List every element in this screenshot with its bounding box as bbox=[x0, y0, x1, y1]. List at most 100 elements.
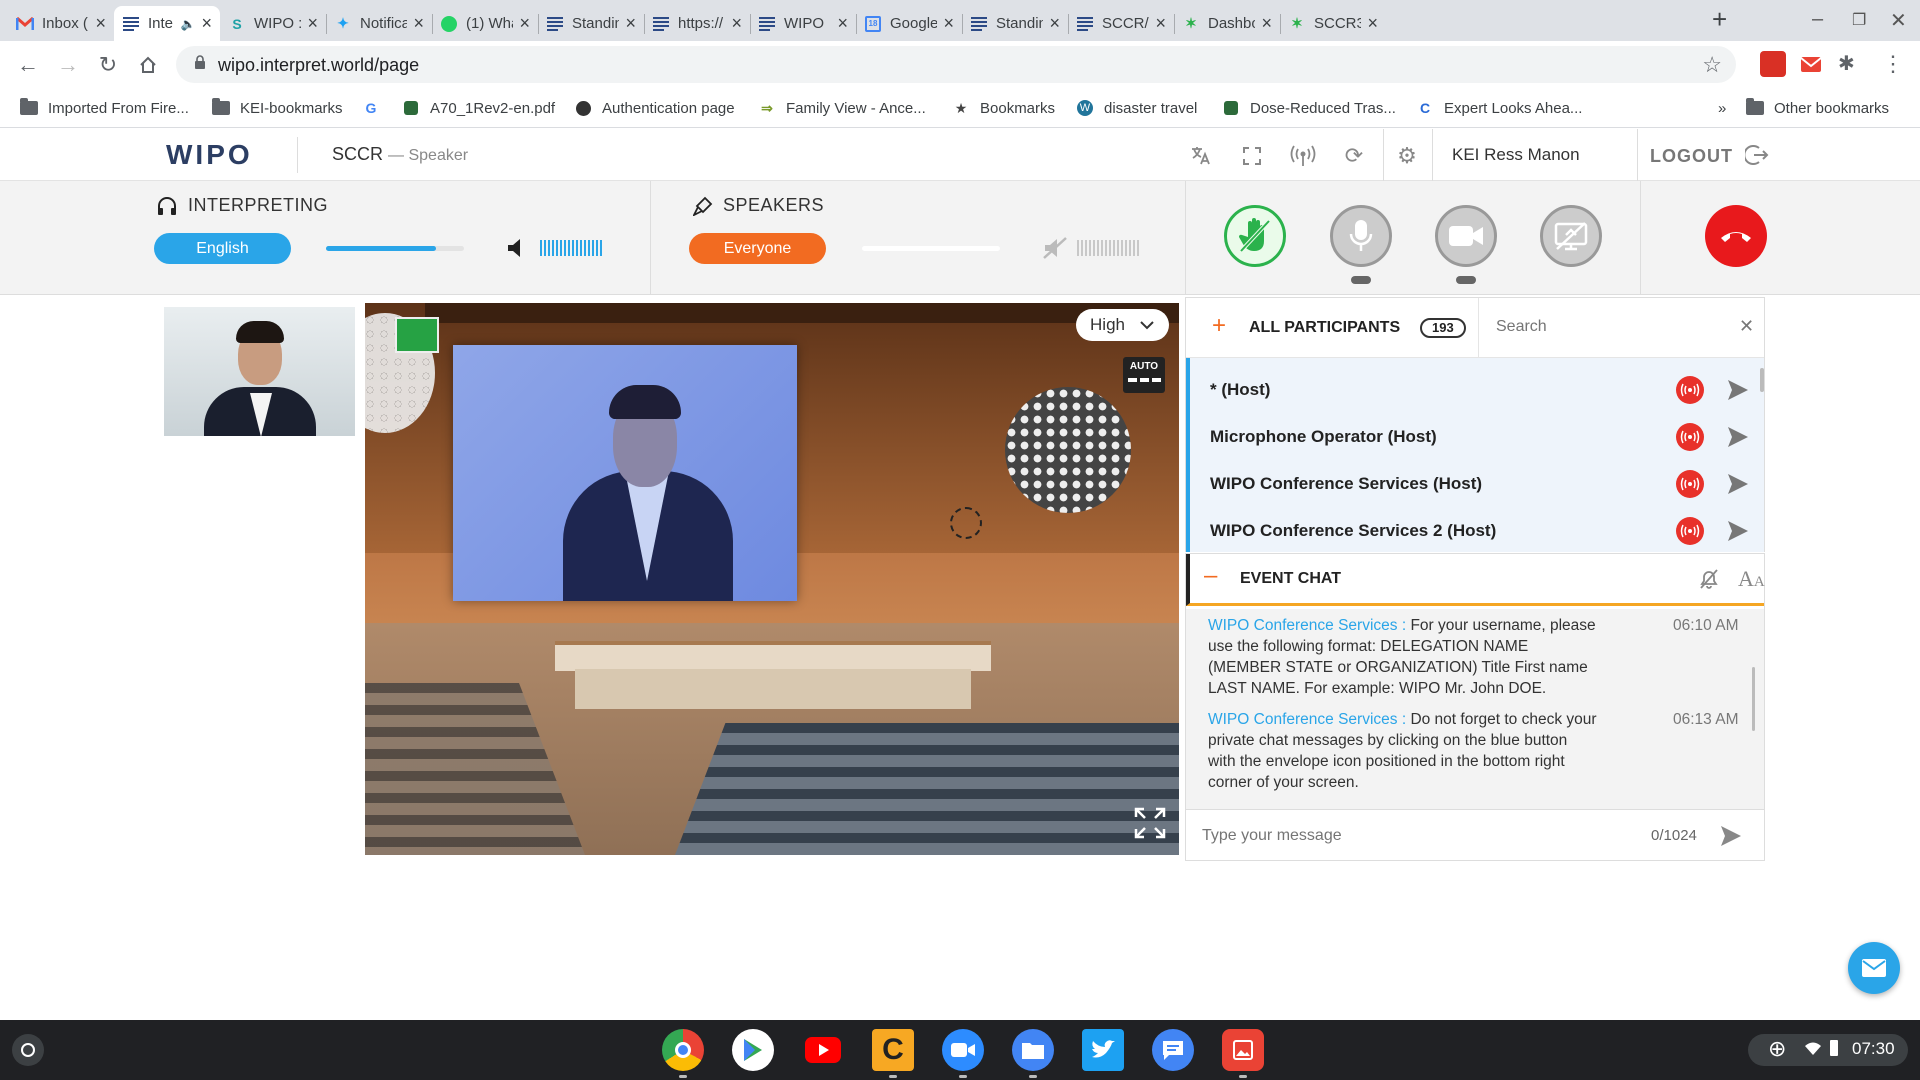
auto-layout-button[interactable]: AUTO bbox=[1123, 357, 1165, 393]
browser-menu-icon[interactable]: ⋮ bbox=[1880, 51, 1906, 77]
add-participant-icon[interactable]: + bbox=[1212, 312, 1226, 340]
extensions-puzzle-icon[interactable]: ✱ bbox=[1838, 51, 1864, 77]
browser-tab[interactable]: ✶ Dashbo × bbox=[1174, 6, 1280, 41]
self-video-thumbnail[interactable] bbox=[164, 307, 355, 436]
main-video-stage[interactable]: High AUTO bbox=[365, 303, 1179, 855]
bookmark-item[interactable]: Imported From Fire... bbox=[20, 96, 189, 120]
close-tab-icon[interactable]: × bbox=[943, 13, 954, 34]
expand-video-icon[interactable] bbox=[1133, 806, 1167, 845]
chat-scrollbar[interactable] bbox=[1752, 667, 1755, 731]
zoom-icon[interactable] bbox=[942, 1029, 984, 1071]
play-store-icon[interactable] bbox=[732, 1029, 774, 1071]
browser-tab[interactable]: Inbox (× bbox=[8, 6, 114, 41]
send-private-message-icon[interactable] bbox=[1726, 378, 1750, 402]
extension-red-icon[interactable] bbox=[1760, 51, 1786, 77]
refresh-icon[interactable]: ⟳ bbox=[1341, 143, 1367, 169]
other-bookmarks-folder[interactable]: Other bookmarks bbox=[1746, 96, 1889, 120]
gmail-extension-icon[interactable] bbox=[1798, 51, 1824, 77]
collapse-chat-icon[interactable]: – bbox=[1204, 562, 1217, 590]
chat-notification-mute-icon[interactable] bbox=[1698, 568, 1720, 595]
close-tab-icon[interactable]: × bbox=[625, 13, 636, 34]
bookmark-star-icon[interactable]: ☆ bbox=[1702, 52, 1722, 78]
participants-scrollbar[interactable] bbox=[1760, 368, 1764, 392]
interpreting-slider[interactable] bbox=[326, 246, 464, 251]
twitter-app-icon[interactable] bbox=[1082, 1029, 1124, 1071]
address-bar[interactable]: wipo.interpret.world/page ☆ bbox=[176, 46, 1736, 83]
browser-tab[interactable]: 18 Google × bbox=[856, 6, 962, 41]
bookmark-item[interactable]: ★ Bookmarks bbox=[952, 96, 1055, 120]
c-app-icon[interactable]: C bbox=[872, 1029, 914, 1071]
participant-row[interactable]: WIPO Conference Services (Host) bbox=[1210, 464, 1750, 504]
youtube-icon[interactable] bbox=[802, 1029, 844, 1071]
browser-tab[interactable]: ✶ SCCR3 × bbox=[1280, 6, 1386, 41]
chrome-app-icon[interactable] bbox=[662, 1029, 704, 1071]
send-private-message-icon[interactable] bbox=[1726, 425, 1750, 449]
private-chat-button[interactable] bbox=[1848, 942, 1900, 994]
browser-tab[interactable]: (1) Wha × bbox=[432, 6, 538, 41]
close-tab-icon[interactable]: × bbox=[1155, 13, 1166, 34]
microphone-button[interactable] bbox=[1330, 205, 1392, 267]
close-tab-icon[interactable]: × bbox=[1049, 13, 1060, 34]
browser-tab[interactable]: S WIPO : × bbox=[220, 6, 326, 41]
forward-icon[interactable]: → bbox=[53, 50, 83, 80]
logout-button[interactable]: LOGOUT bbox=[1650, 144, 1769, 167]
broadcast-status-icon[interactable] bbox=[1676, 517, 1704, 545]
video-quality-select[interactable]: High bbox=[1076, 309, 1169, 341]
font-size-icon[interactable]: AA bbox=[1738, 566, 1765, 592]
speakers-select[interactable]: Everyone bbox=[689, 233, 826, 264]
participant-row[interactable]: WIPO Conference Services 2 (Host) bbox=[1210, 511, 1750, 551]
bookmarks-overflow-button[interactable]: » bbox=[1718, 96, 1726, 120]
browser-tab[interactable]: Standin × bbox=[962, 6, 1068, 41]
speakers-slider[interactable] bbox=[862, 246, 1000, 251]
raise-hand-button[interactable] bbox=[1224, 205, 1286, 267]
reload-icon[interactable]: ↻ bbox=[93, 50, 123, 80]
close-tab-icon[interactable]: × bbox=[1367, 13, 1378, 34]
close-tab-icon[interactable]: × bbox=[201, 13, 212, 34]
browser-tab[interactable]: WIPO × bbox=[750, 6, 856, 41]
screen-share-button[interactable] bbox=[1540, 205, 1602, 267]
back-icon[interactable]: ← bbox=[13, 50, 43, 80]
speaker-volume-icon[interactable] bbox=[506, 237, 528, 264]
translate-icon[interactable] bbox=[1188, 143, 1214, 169]
gallery-app-icon[interactable] bbox=[1222, 1029, 1264, 1071]
new-tab-button[interactable]: + bbox=[1712, 4, 1727, 35]
participant-row[interactable]: * (Host) bbox=[1210, 370, 1750, 410]
broadcast-status-icon[interactable] bbox=[1676, 423, 1704, 451]
send-private-message-icon[interactable] bbox=[1726, 472, 1750, 496]
bookmark-item[interactable]: Authentication page bbox=[574, 96, 735, 120]
broadcast-status-icon[interactable] bbox=[1676, 376, 1704, 404]
participants-search-input[interactable] bbox=[1486, 312, 1711, 342]
send-private-message-icon[interactable] bbox=[1726, 519, 1750, 543]
minimize-icon[interactable]: – bbox=[1812, 8, 1823, 31]
close-tab-icon[interactable]: × bbox=[519, 13, 530, 34]
bookmark-item[interactable]: Dose-Reduced Tras... bbox=[1222, 96, 1396, 120]
broadcast-status-icon[interactable] bbox=[1676, 470, 1704, 498]
participant-row[interactable]: Microphone Operator (Host) bbox=[1210, 417, 1750, 457]
restore-icon[interactable]: ❐ bbox=[1852, 10, 1866, 30]
bookmark-item[interactable]: C Expert Looks Ahea... bbox=[1416, 96, 1582, 120]
bookmark-item[interactable]: A70_1Rev2-en.pdf bbox=[402, 96, 555, 120]
chat-message-input[interactable] bbox=[1196, 820, 1596, 852]
fullscreen-icon[interactable] bbox=[1239, 143, 1265, 169]
close-window-icon[interactable]: ✕ bbox=[1890, 8, 1907, 33]
close-tab-icon[interactable]: × bbox=[1261, 13, 1272, 34]
clear-search-icon[interactable]: ✕ bbox=[1739, 316, 1754, 337]
close-tab-icon[interactable]: × bbox=[731, 13, 742, 34]
browser-tab[interactable]: ✦ Notifica × bbox=[326, 6, 432, 41]
send-message-button[interactable] bbox=[1719, 824, 1743, 853]
files-app-icon[interactable] bbox=[1012, 1029, 1054, 1071]
close-tab-icon[interactable]: × bbox=[95, 13, 106, 34]
browser-tab[interactable]: Standin × bbox=[538, 6, 644, 41]
close-tab-icon[interactable]: × bbox=[837, 13, 848, 34]
bookmark-item[interactable]: G bbox=[362, 96, 390, 120]
browser-tab[interactable]: https:// × bbox=[644, 6, 750, 41]
launcher-button[interactable] bbox=[12, 1034, 44, 1066]
messages-app-icon[interactable] bbox=[1152, 1029, 1194, 1071]
settings-gear-icon[interactable]: ⚙ bbox=[1394, 143, 1420, 169]
home-icon[interactable] bbox=[133, 50, 163, 80]
leave-call-button[interactable] bbox=[1705, 205, 1767, 267]
camera-button[interactable] bbox=[1435, 205, 1497, 267]
bookmark-item[interactable]: Wdisaster travel bbox=[1076, 96, 1197, 120]
close-tab-icon[interactable]: × bbox=[307, 13, 318, 34]
language-select[interactable]: English bbox=[154, 233, 291, 264]
